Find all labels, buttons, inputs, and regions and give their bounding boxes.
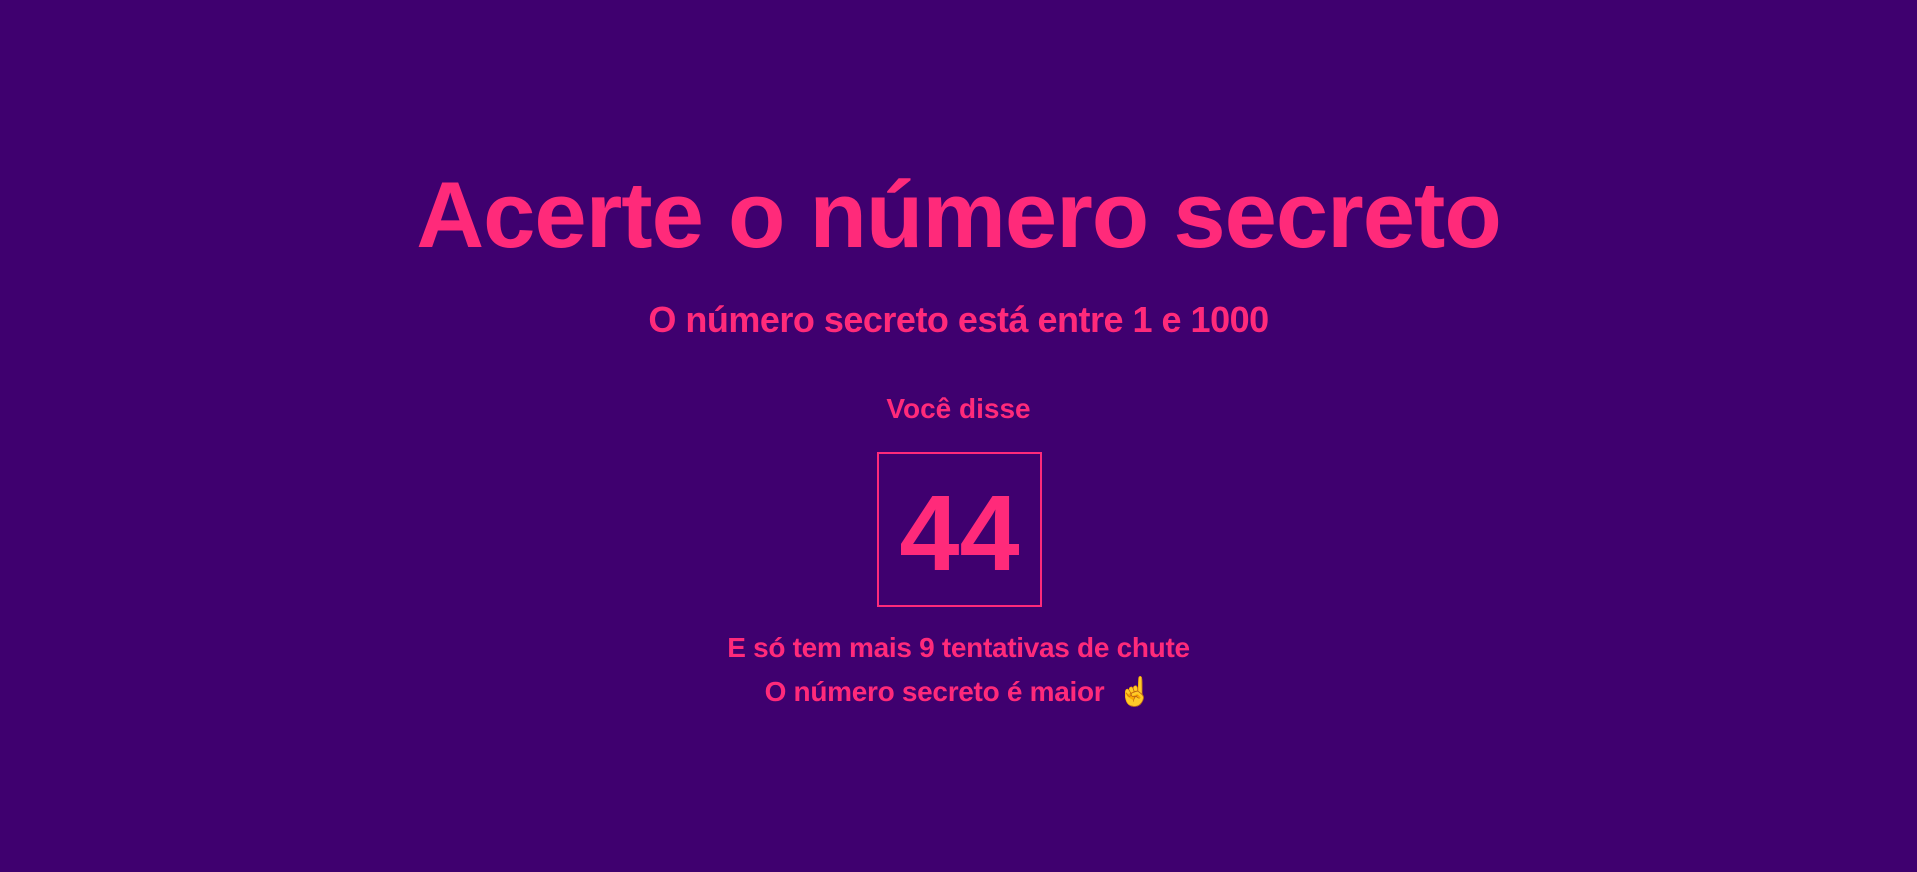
range-subtitle: O número secreto está entre 1 e 1000 <box>648 299 1269 340</box>
guess-label: Você disse <box>886 393 1031 424</box>
hint-message: O número secreto é maior ☝️ <box>0 678 1917 706</box>
guess-value: 44 <box>899 471 1020 593</box>
game-screen: Acerte o número secreto O número secreto… <box>0 0 1917 872</box>
remaining-attempts: E só tem mais 9 tentativas de chute <box>727 632 1190 663</box>
pointing-up-icon: ☝️ <box>1117 676 1153 707</box>
guess-display-box: 44 <box>877 452 1042 607</box>
page-title: Acerte o número secreto <box>416 162 1501 267</box>
hint-text: O número secreto é maior <box>764 676 1105 707</box>
